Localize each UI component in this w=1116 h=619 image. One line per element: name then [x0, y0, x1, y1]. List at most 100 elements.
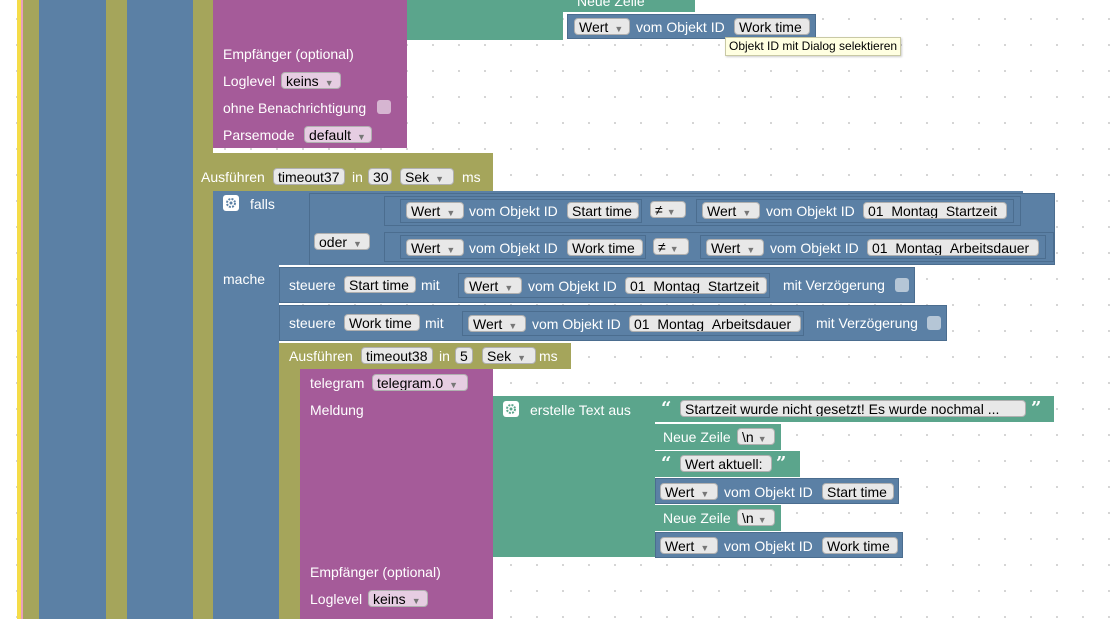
compare2-right-wert[interactable]: Wert ▼ vom Objekt ID 01_Montag_Arbeitsdau…: [700, 235, 1046, 259]
text-field[interactable]: Startzeit wurde nicht gesetzt! Es wurde …: [680, 400, 1026, 417]
empfaenger-label: Empfänger (optional): [310, 564, 441, 580]
compare1-left-wert[interactable]: Wert ▼ vom Objekt ID Start time: [400, 199, 642, 223]
wert-dropdown[interactable]: Wert ▼: [702, 202, 760, 219]
wert-dropdown[interactable]: Wert ▼: [574, 18, 630, 35]
wert-label: Wert: [579, 19, 609, 35]
ohne-benachrichtigung-checkbox[interactable]: [377, 100, 391, 114]
vom-objekt-label: vom Objekt ID: [469, 203, 558, 219]
text-join-block[interactable]: [493, 396, 655, 557]
neue-zeile-top[interactable]: Neue Zeile: [563, 0, 695, 12]
timeout-name-field[interactable]: timeout37: [273, 168, 345, 185]
unit-value: Sek: [487, 348, 512, 364]
telegram-label: telegram: [310, 375, 365, 391]
operator-dropdown[interactable]: ≠ ▼: [650, 201, 686, 218]
wert-dropdown[interactable]: Wert ▼: [406, 202, 464, 219]
vom-objekt-label: vom Objekt ID: [770, 240, 859, 256]
newline-dropdown[interactable]: \n ▼: [737, 509, 775, 526]
text-field[interactable]: Wert aktuell:: [680, 455, 772, 472]
steuere2-wert[interactable]: Wert ▼ vom Objekt ID 01_Montag_Arbeitsdau…: [462, 311, 804, 336]
text-literal-2[interactable]: “ Wert aktuell: ”: [655, 451, 800, 477]
loglevel-dropdown-top[interactable]: keins ▼: [281, 72, 341, 89]
wert-block-start[interactable]: Wert ▼ vom Objekt ID Start time: [655, 478, 899, 504]
object-id-field[interactable]: Work time: [822, 537, 898, 554]
falls-label: falls: [250, 196, 275, 212]
steuere-label: steuere: [289, 315, 336, 331]
neue-zeile-block-1[interactable]: Neue Zeile \n ▼: [655, 424, 781, 450]
close-quote-icon: ”: [1031, 398, 1042, 419]
wert-dropdown[interactable]: Wert ▼: [464, 277, 522, 294]
meldung-label: Meldung: [310, 402, 364, 418]
object-id-field[interactable]: 01_Montag_Startzeit: [625, 277, 767, 294]
object-id-field[interactable]: 01_Montag_Arbeitsdauer: [629, 315, 801, 332]
mit-label: mit: [421, 277, 440, 293]
newline-value: \n: [742, 429, 754, 445]
operator-dropdown[interactable]: ≠ ▼: [653, 238, 689, 255]
text-block-top[interactable]: [407, 0, 563, 40]
ms-label: ms: [539, 348, 558, 364]
object-id-field[interactable]: Start time: [567, 202, 639, 219]
object-id-field[interactable]: 01_Montag_Arbeitsdauer: [867, 239, 1039, 256]
compare1-right-wert[interactable]: Wert ▼ vom Objekt ID 01_Montag_Startzeit: [696, 199, 1014, 223]
vom-objekt-label: vom Objekt ID: [724, 538, 813, 554]
object-id-field[interactable]: Work time: [567, 239, 643, 256]
neue-zeile-label: Neue Zeile: [663, 510, 731, 526]
steuere-id-field[interactable]: Work time: [344, 314, 420, 331]
rail-olive-2: [106, 0, 127, 619]
timeout-name-field[interactable]: timeout38: [361, 347, 433, 364]
wert-block-work[interactable]: Wert ▼ vom Objekt ID Work time: [655, 532, 903, 558]
empfaenger-label-top: Empfänger (optional): [223, 46, 354, 62]
in-label: in: [352, 169, 363, 185]
steuere1-wert[interactable]: Wert ▼ vom Objekt ID 01_Montag_Startzeit: [458, 273, 770, 298]
newline-dropdown[interactable]: \n ▼: [737, 428, 775, 445]
text-literal-1[interactable]: “ Startzeit wurde nicht gesetzt! Es wurd…: [655, 396, 1054, 422]
object-id-field[interactable]: 01_Montag_Startzeit: [863, 202, 1007, 219]
timeout-1-body-rail: [193, 191, 213, 619]
wert-dropdown[interactable]: Wert ▼: [468, 315, 526, 332]
wert-block-top[interactable]: Wert ▼ vom Objekt ID Work time: [567, 14, 816, 39]
timeout-block-2[interactable]: Ausführen timeout38 in 5 Sek ▼ ms: [279, 343, 571, 369]
verzoegerung-checkbox[interactable]: [927, 316, 941, 330]
neue-zeile-block-2[interactable]: Neue Zeile \n ▼: [655, 505, 781, 531]
operator-value: ≠: [655, 202, 663, 218]
parsemode-label: Parsemode: [223, 127, 295, 143]
verzoegerung-checkbox[interactable]: [895, 278, 909, 292]
mutator-gear-icon[interactable]: [223, 195, 239, 211]
timeout-2-body-rail: [279, 369, 300, 619]
instance-value: telegram.0: [377, 375, 444, 391]
loglevel-dropdown[interactable]: keins ▼: [368, 590, 428, 607]
wert-label: Wert: [411, 240, 441, 256]
steuere-id-field[interactable]: Start time: [344, 276, 416, 293]
parsemode-dropdown[interactable]: default ▼: [304, 126, 372, 143]
object-id-field[interactable]: Start time: [822, 483, 894, 500]
timeout-unit-dropdown[interactable]: Sek ▼: [400, 168, 454, 185]
wert-label: Wert: [411, 203, 441, 219]
compare2-left-wert[interactable]: Wert ▼ vom Objekt ID Work time: [400, 235, 646, 259]
wert-label: Wert: [707, 203, 737, 219]
wert-dropdown[interactable]: Wert ▼: [660, 483, 718, 500]
steuere-block-2[interactable]: steuere Work time mit Wert ▼ vom Objekt I…: [279, 305, 947, 341]
parsemode-value: default: [309, 127, 352, 143]
ausfuehren-label: Ausführen: [289, 348, 353, 364]
vom-objekt-label: vom Objekt ID: [532, 316, 621, 332]
vom-objekt-label: vom Objekt ID: [766, 203, 855, 219]
operator-value: ≠: [658, 239, 666, 255]
steuere-block-1[interactable]: steuere Start time mit Wert ▼ vom Objekt …: [279, 267, 915, 303]
oder-dropdown[interactable]: oder ▼: [314, 233, 370, 250]
telegram-instance-dropdown[interactable]: telegram.0 ▼: [372, 374, 468, 391]
unit-value: Sek: [405, 169, 430, 185]
timeout-value-field[interactable]: 5: [455, 347, 473, 364]
wert-label: Wert: [711, 240, 741, 256]
timeout-value-field[interactable]: 30: [368, 168, 392, 185]
wert-dropdown[interactable]: Wert ▼: [406, 239, 464, 256]
mache-label: mache: [223, 271, 266, 287]
loglevel-label: Loglevel: [310, 591, 363, 607]
ms-label: ms: [462, 169, 481, 185]
open-quote-icon: “: [661, 398, 672, 419]
timeout-unit-dropdown[interactable]: Sek ▼: [482, 347, 536, 364]
object-id-field[interactable]: Work time: [734, 18, 810, 35]
wert-dropdown[interactable]: Wert ▼: [660, 537, 718, 554]
wert-dropdown[interactable]: Wert ▼: [706, 239, 764, 256]
vom-objekt-label: vom Objekt ID: [469, 240, 558, 256]
timeout-block-1[interactable]: Ausführen timeout37 in 30 Sek ▼ ms: [193, 153, 493, 191]
mutator-gear-icon[interactable]: [503, 401, 519, 417]
